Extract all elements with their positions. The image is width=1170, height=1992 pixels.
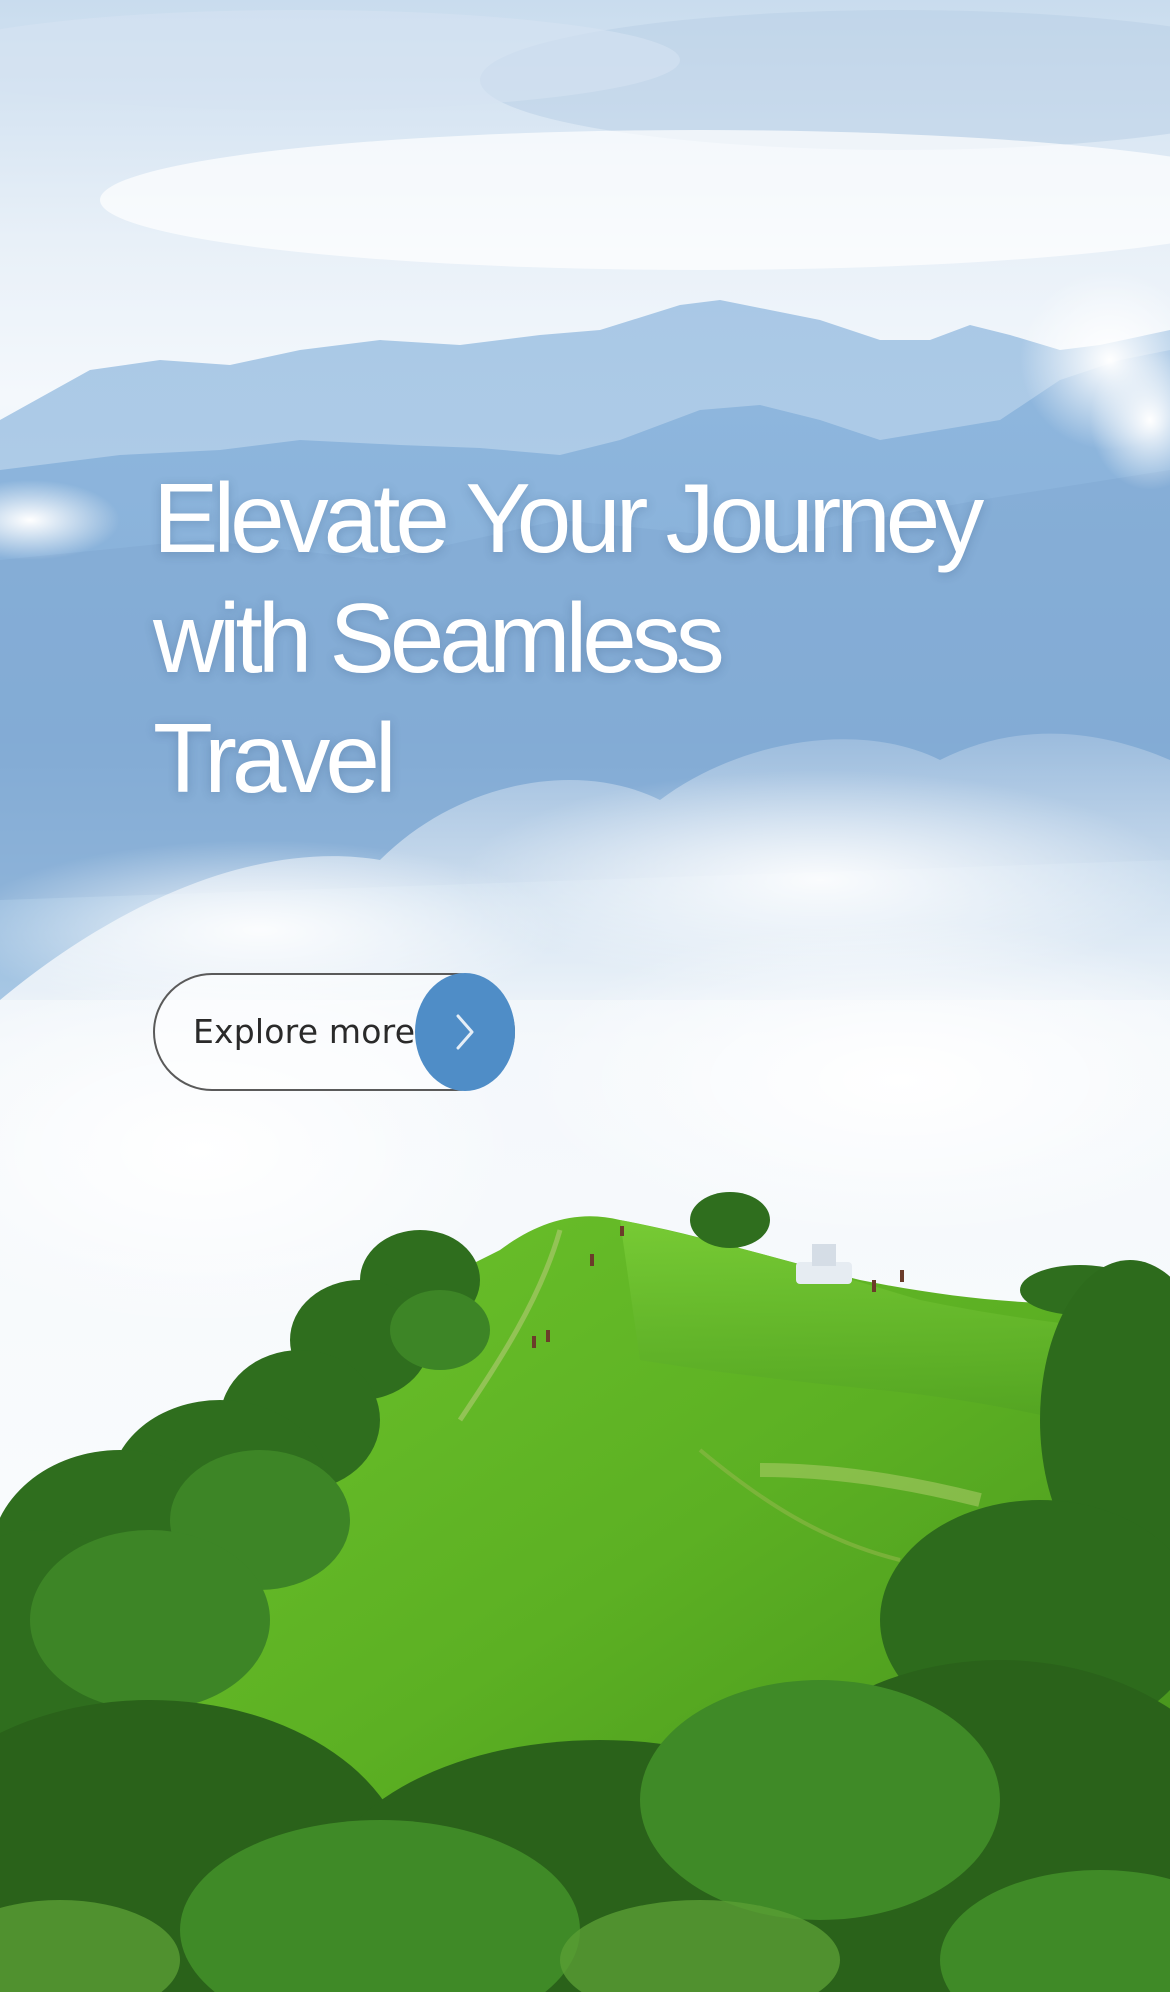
headline-line-3: Travel [153,703,397,813]
hero-section: Elevate Your Journey with Seamless Trave… [0,0,1170,1992]
hero-headline: Elevate Your Journey with Seamless Trave… [153,458,1053,818]
explore-more-button[interactable]: Explore more [153,973,515,1091]
explore-more-label: Explore more [193,1012,416,1051]
headline-line-2: with Seamless [153,583,725,693]
headline-line-1: Elevate Your Journey [153,463,984,573]
chevron-right-icon [415,973,515,1091]
